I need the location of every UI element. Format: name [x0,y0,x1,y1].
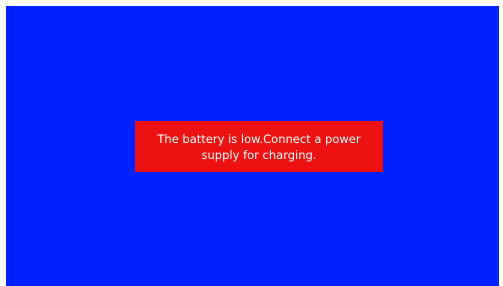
screen: The battery is low.Connect a power suppl… [6,6,499,286]
low-battery-message: The battery is low.Connect a power suppl… [157,131,361,162]
low-battery-alert: The battery is low.Connect a power suppl… [135,121,383,172]
display-frame: The battery is low.Connect a power suppl… [0,0,503,286]
